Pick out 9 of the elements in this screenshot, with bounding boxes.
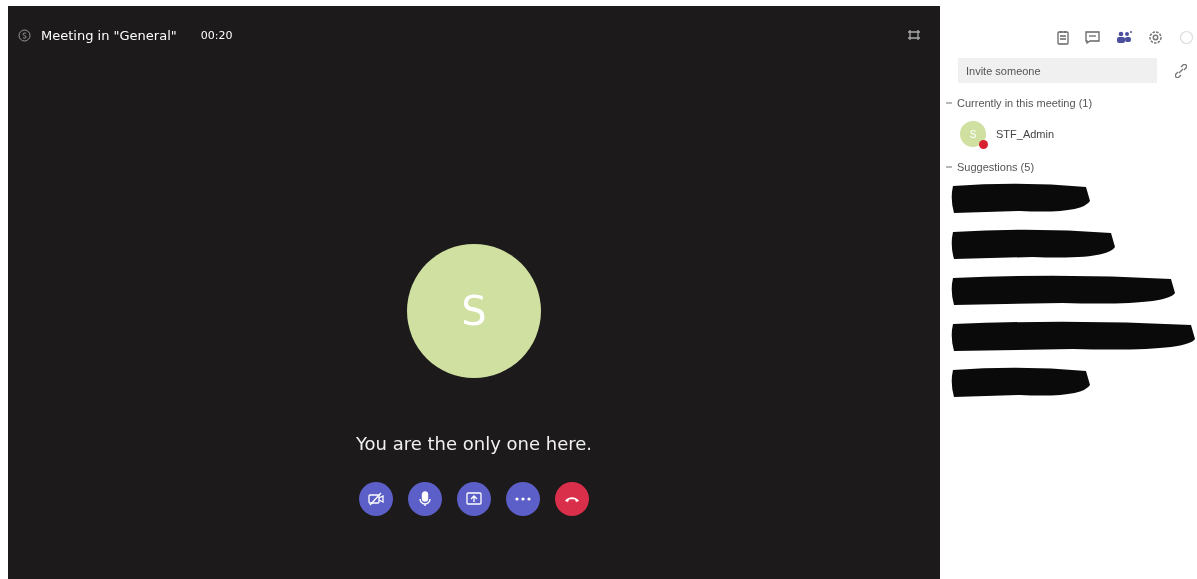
participant-name[interactable]: STF_Admin: [996, 128, 1055, 140]
meeting-title: Meeting in "General": [41, 27, 177, 43]
invite-field[interactable]: Invite someone: [958, 58, 1157, 83]
status-message: You are the only one here.: [355, 433, 593, 454]
participant-avatar: S: [960, 121, 986, 147]
section-header[interactable]: Suggestions (5): [957, 161, 1035, 173]
participant-avatar: S: [407, 244, 541, 378]
section-header[interactable]: Currently in this meeting (1): [957, 97, 1093, 109]
call-timer: 00:20: [200, 28, 233, 42]
